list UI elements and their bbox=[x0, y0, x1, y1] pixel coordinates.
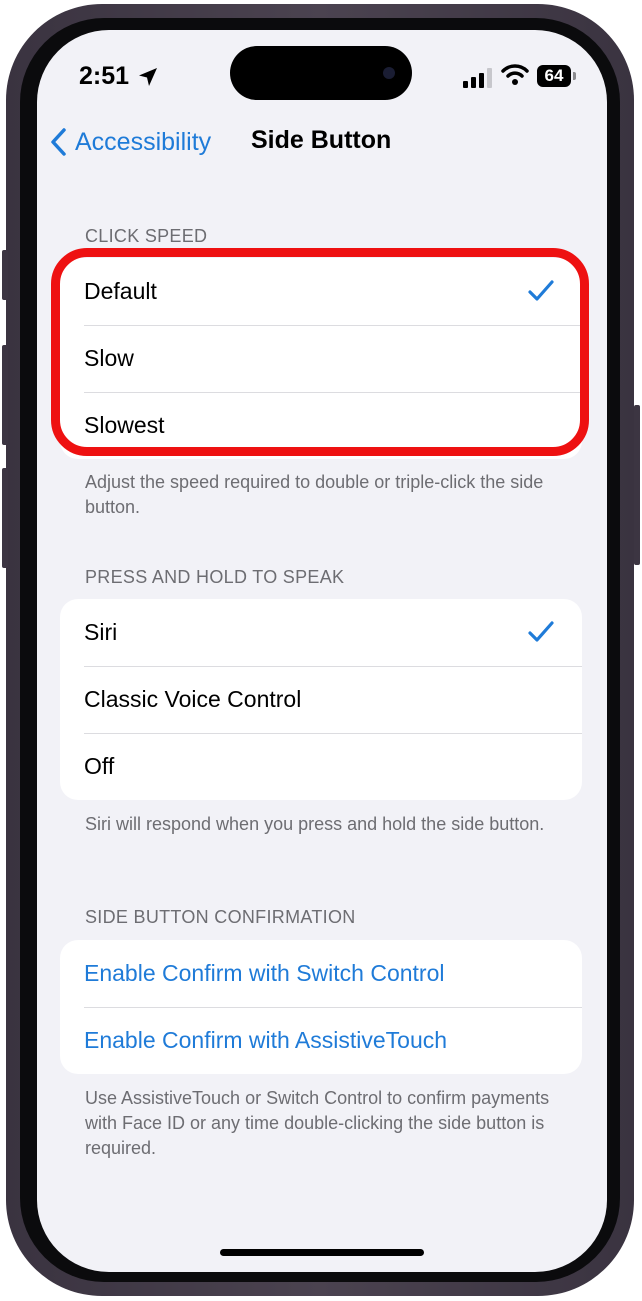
action-button bbox=[2, 250, 8, 300]
back-button[interactable]: Accessibility bbox=[49, 124, 211, 160]
click-speed-footer: Adjust the speed required to double or t… bbox=[85, 472, 544, 517]
click-speed-header: CLICK SPEED bbox=[85, 226, 208, 246]
option-label: Off bbox=[84, 753, 115, 779]
press-hold-header: PRESS AND HOLD TO SPEAK bbox=[85, 567, 345, 587]
confirmation-footer: Use AssistiveTouch or Switch Control to … bbox=[85, 1088, 550, 1158]
link-label: Enable Confirm with Switch Control bbox=[84, 960, 445, 986]
option-label: Siri bbox=[84, 619, 118, 645]
red-highlight-box bbox=[51, 248, 589, 456]
link-label: Enable Confirm with AssistiveTouch bbox=[84, 1027, 448, 1053]
side-power-button bbox=[634, 405, 640, 565]
volume-down-button bbox=[2, 468, 8, 568]
press-hold-option-off[interactable]: Off bbox=[60, 733, 582, 800]
home-indicator[interactable] bbox=[220, 1249, 424, 1256]
checkmark-icon bbox=[528, 621, 554, 642]
screen: 2:51 64 Accessibility Side Button CLICK … bbox=[37, 30, 607, 1272]
option-label: Classic Voice Control bbox=[84, 686, 302, 712]
enable-switch-control-link[interactable]: Enable Confirm with Switch Control bbox=[60, 940, 582, 1007]
volume-up-button bbox=[2, 345, 8, 445]
enable-assistivetouch-link[interactable]: Enable Confirm with AssistiveTouch bbox=[60, 1007, 582, 1074]
press-hold-option-siri[interactable]: Siri bbox=[60, 599, 582, 666]
location-arrow-icon bbox=[139, 68, 157, 86]
back-label: Accessibility bbox=[75, 127, 212, 156]
press-hold-option-classic-voice-control[interactable]: Classic Voice Control bbox=[60, 666, 582, 733]
status-time: 2:51 bbox=[79, 62, 130, 90]
press-hold-footer: Siri will respond when you press and hol… bbox=[85, 814, 545, 834]
confirmation-header: SIDE BUTTON CONFIRMATION bbox=[85, 907, 356, 927]
chevron-left-icon bbox=[51, 128, 66, 156]
cellular-signal-icon bbox=[463, 68, 492, 88]
confirmation-group: Enable Confirm with Switch Control Enabl… bbox=[60, 940, 582, 1074]
camera-dot bbox=[383, 67, 395, 79]
press-hold-group: Siri Classic Voice Control Off bbox=[60, 599, 582, 800]
battery-cap bbox=[573, 72, 576, 80]
page-title: Side Button bbox=[251, 126, 392, 154]
battery-icon: 64 bbox=[537, 65, 571, 87]
wifi-icon bbox=[501, 64, 529, 85]
